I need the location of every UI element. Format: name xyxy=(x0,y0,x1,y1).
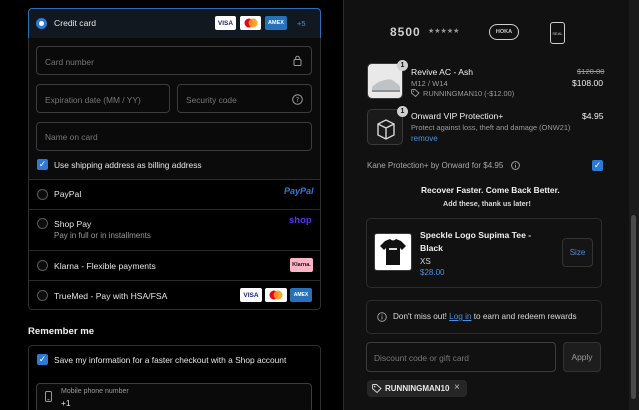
billing-same-checkbox[interactable]: ✓ xyxy=(37,159,48,170)
apply-label: Apply xyxy=(571,352,593,362)
more-cards-badge: +5 xyxy=(297,19,306,28)
rewards-text: Don't miss out! Log in to earn and redee… xyxy=(393,312,577,321)
shop-pay-radio[interactable] xyxy=(37,218,48,229)
klarna-radio[interactable] xyxy=(37,260,48,271)
klarna-logo-icon: Klarna. xyxy=(290,258,313,272)
discount-tag-icon xyxy=(372,384,382,395)
brand-badge-icon: HOKA xyxy=(489,24,519,40)
scrollbar-thumb[interactable] xyxy=(631,215,636,399)
item-variant: M12 / W14 xyxy=(411,79,448,88)
item-name: Revive AC - Ash xyxy=(411,67,474,77)
svg-text:?: ? xyxy=(296,96,300,104)
applied-discount-code: RUNNINGMAN10 xyxy=(385,384,450,393)
visa-logo-icon: VISA xyxy=(215,16,236,30)
discount-code-placeholder: Discount code or gift card xyxy=(374,353,469,363)
credit-card-label: Credit card xyxy=(54,18,97,28)
klarna-label: Klarna - Flexible payments xyxy=(54,261,156,271)
expiration-placeholder: Expiration date (MM / YY) xyxy=(45,95,141,105)
credit-card-radio[interactable] xyxy=(36,18,47,29)
apply-button[interactable]: Apply xyxy=(563,342,601,372)
truemed-radio[interactable] xyxy=(37,290,48,301)
save-info-checkbox[interactable]: ✓ xyxy=(37,354,48,365)
paypal-radio[interactable] xyxy=(37,189,48,200)
info-icon[interactable] xyxy=(511,161,520,172)
star-rating-icon: ★★★★★ xyxy=(428,28,460,35)
divider xyxy=(29,280,320,281)
mastercard-logo-icon xyxy=(265,288,287,302)
item-price: $4.95 xyxy=(582,111,604,121)
save-info-label: Save my information for a faster checkou… xyxy=(54,355,287,365)
divider xyxy=(29,209,320,210)
size-select-button[interactable]: Size xyxy=(562,238,593,267)
shop-pay-logo-icon: shop xyxy=(289,215,312,226)
help-icon[interactable]: ? xyxy=(292,94,303,107)
amex-logo-icon: AMEX xyxy=(290,288,312,302)
upsell-product-name: Speckle Logo Supima Tee - Black xyxy=(420,230,532,253)
security-code-placeholder: Security code xyxy=(186,95,237,105)
remove-discount-icon[interactable]: × xyxy=(454,382,460,393)
upsell-product-price: $28.00 xyxy=(420,268,445,277)
tshirt-icon xyxy=(380,239,406,265)
item-quantity-badge: 1 xyxy=(397,60,408,71)
shop-pay-subtext: Pay in full or in installments xyxy=(54,231,151,240)
item-discount: RUNNINGMAN10 (-$12.00) xyxy=(423,89,515,98)
name-on-card-placeholder: Name on card xyxy=(45,132,98,142)
upsell-product-image xyxy=(374,233,412,271)
upsell-product-size: XS xyxy=(420,257,431,266)
upsell-subtitle: Add these, thank us later! xyxy=(443,199,531,208)
truemed-label: TrueMed - Pay with HSA/FSA xyxy=(54,291,168,301)
amex-logo-icon: AMEX xyxy=(265,16,287,30)
visa-logo-icon: VISA xyxy=(240,288,262,302)
upsell-title: Recover Faster. Come Back Better. xyxy=(421,185,560,195)
paypal-logo-icon: PayPal xyxy=(284,186,314,196)
phone-value: +1 xyxy=(61,398,71,408)
remove-link[interactable]: remove xyxy=(411,134,438,143)
seal-badge-icon: SEAL xyxy=(550,22,565,44)
discount-tag-icon xyxy=(411,89,420,99)
seal-badge-text: SEAL xyxy=(552,30,563,36)
divider xyxy=(29,250,320,251)
item-old-price: $120.00 xyxy=(577,67,605,76)
brand-badge-text: HOKA xyxy=(495,29,513,35)
item-quantity-badge: 1 xyxy=(397,106,408,117)
size-button-label: Size xyxy=(569,248,586,257)
info-icon xyxy=(377,312,387,324)
mastercard-logo-icon xyxy=(240,16,261,30)
item-price: $108.00 xyxy=(572,78,604,88)
rewards-prefix: Don't miss out! xyxy=(393,312,450,321)
phone-label: Mobile phone number xyxy=(61,388,129,395)
mobile-phone-icon xyxy=(45,391,52,404)
item-description: Protect against loss, theft and damage (… xyxy=(411,123,571,132)
billing-same-label: Use shipping address as billing address xyxy=(54,160,202,170)
login-link[interactable]: Log in xyxy=(449,312,471,321)
protection-label: Kane Protection+ by Onward for $4.95 xyxy=(367,161,504,170)
shop-pay-label: Shop Pay xyxy=(54,219,92,229)
paypal-label: PayPal xyxy=(54,189,82,199)
remember-me-title: Remember me xyxy=(28,326,95,337)
rewards-suffix: to earn and redeem rewards xyxy=(471,312,577,321)
card-number-placeholder: Card number xyxy=(45,57,94,67)
item-name: Onward VIP Protection+ xyxy=(411,111,504,121)
badge-reviews: 8500 xyxy=(390,25,421,39)
lock-icon xyxy=(293,55,302,68)
protection-checkbox[interactable]: ✓ xyxy=(592,160,603,171)
